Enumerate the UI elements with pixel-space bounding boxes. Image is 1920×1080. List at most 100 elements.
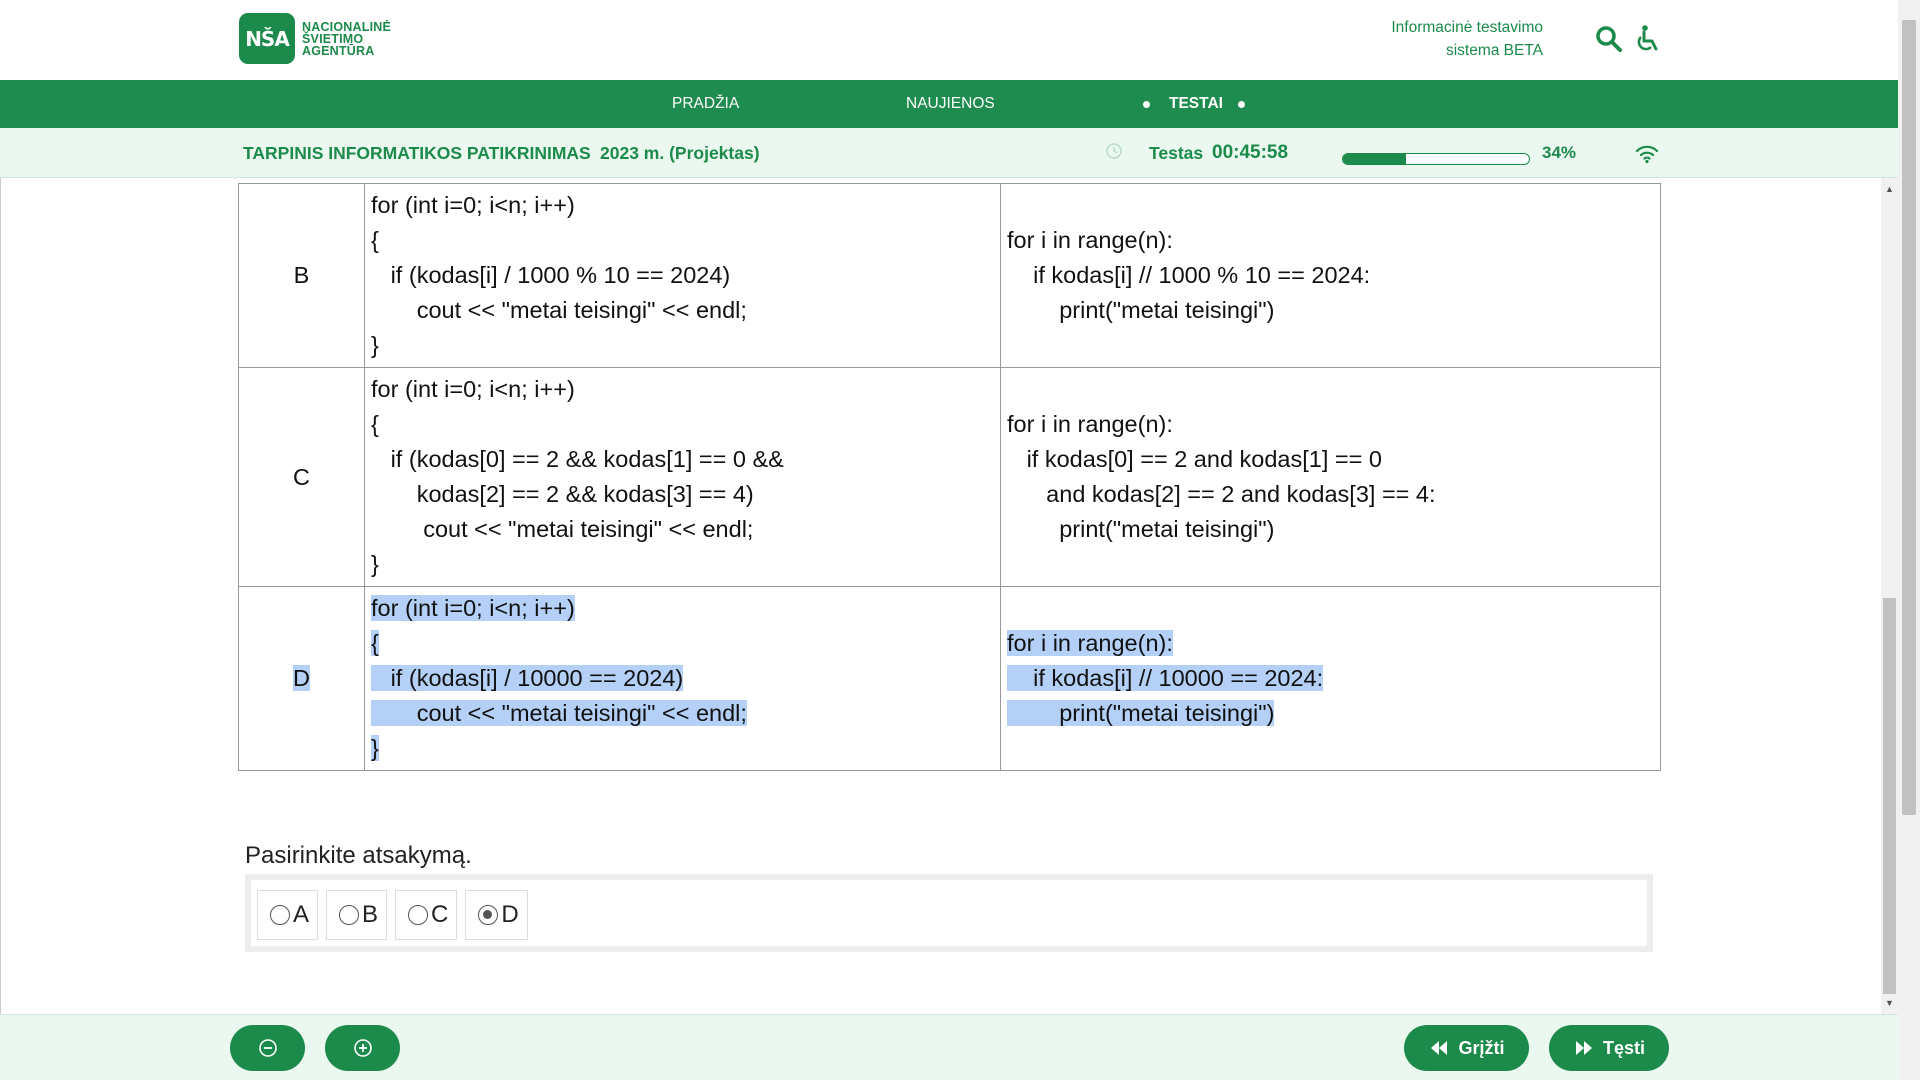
option-label: D — [293, 665, 310, 691]
answer-prompt: Pasirinkite atsakymą. — [245, 842, 472, 869]
page-scrollbar[interactable] — [1898, 0, 1920, 1080]
system-name: Informacinė testavimo sistema BETA — [1391, 16, 1543, 62]
python-code-line: print("metai teisingi") — [1007, 293, 1654, 328]
code-text: and kodas[2] == 2 and kodas[3] == 4: — [1007, 481, 1436, 507]
option-label-cell: C — [238, 367, 365, 587]
code-text: print("metai teisingi") — [1007, 297, 1275, 323]
cpp-code-line: } — [371, 547, 994, 582]
code-text: kodas[2] == 2 && kodas[3] == 4) — [371, 481, 754, 507]
code-text: if (kodas[i] / 1000 % 10 == 2024) — [371, 262, 731, 288]
option-label-cell: D — [238, 586, 365, 771]
code-text: cout << "metai teisingi" << endl; — [371, 297, 747, 323]
option-label: B — [293, 262, 310, 288]
answer-option-d[interactable]: D — [465, 890, 528, 940]
test-year: 2023 m. (Projektas) — [600, 143, 760, 163]
answer-option-a[interactable]: A — [257, 890, 319, 940]
content-scrollbar[interactable]: ▲ ▼ — [1881, 178, 1898, 1014]
cpp-code-line: cout << "metai teisingi" << endl; — [371, 696, 994, 731]
code-text: { — [371, 630, 379, 656]
cpp-code-line: } — [371, 328, 994, 363]
cpp-code-line: { — [371, 626, 994, 661]
scroll-down-arrow[interactable]: ▼ — [1885, 998, 1894, 1008]
zoom-in-button[interactable] — [325, 1025, 400, 1071]
nav-item-testai[interactable]: TESTAI — [1169, 80, 1223, 128]
search-icon[interactable] — [1594, 24, 1624, 54]
code-text: } — [371, 551, 379, 577]
python-code-cell: for i in range(n): if kodas[i] // 1000 %… — [1000, 183, 1661, 368]
code-text: { — [371, 411, 379, 437]
nav-active-dot — [1143, 101, 1150, 108]
answer-option-label: C — [431, 901, 449, 928]
logo-line: ŠVIETIMO — [302, 31, 364, 46]
python-code-line: for i in range(n): — [1007, 407, 1654, 442]
radio-button[interactable] — [339, 905, 360, 925]
double-chevron-right-icon — [1575, 1041, 1592, 1055]
python-code-line: if kodas[0] == 2 and kodas[1] == 0 — [1007, 442, 1654, 477]
code-text: cout << "metai teisingi" << endl; — [371, 700, 747, 726]
code-text: { — [371, 227, 379, 253]
code-text: } — [371, 735, 379, 761]
answer-option-b[interactable]: B — [326, 890, 388, 940]
cpp-code-line: cout << "metai teisingi" << endl; — [371, 512, 994, 547]
option-row-b: Bfor (int i=0; i<n; i++) { if (kodas[i] /… — [238, 183, 1661, 368]
python-code-line: for i in range(n): — [1007, 223, 1654, 258]
scroll-thumb[interactable] — [1883, 598, 1896, 994]
code-text: print("metai teisingi") — [1007, 516, 1275, 542]
python-code-cell: for i in range(n): if kodas[i] // 10000 … — [1000, 586, 1661, 771]
logo-text: NACIONALINĖ ŠVIETIMO AGENTŪRA — [302, 20, 391, 57]
cpp-code-line: if (kodas[0] == 2 && kodas[1] == 0 && — [371, 442, 994, 477]
page-scroll-thumb[interactable] — [1902, 20, 1916, 815]
cpp-code-line: cout << "metai teisingi" << endl; — [371, 293, 994, 328]
progress-bar — [1342, 153, 1530, 165]
logo-mark: NŠA — [239, 13, 295, 64]
nav-item-naujienos[interactable]: NAUJIENOS — [906, 80, 995, 128]
cpp-code-line: for (int i=0; i<n; i++) — [371, 372, 994, 407]
progress-percent: 34% — [1542, 143, 1577, 162]
code-text: for i in range(n): — [1007, 227, 1173, 253]
option-label: C — [293, 463, 310, 490]
cpp-code-line: { — [371, 407, 994, 442]
timer-label: Testas — [1149, 143, 1204, 163]
nav-active-dot — [1238, 101, 1245, 108]
zoom-in-icon — [353, 1039, 372, 1057]
zoom-out-button[interactable] — [230, 1025, 305, 1071]
answer-option-label: A — [293, 901, 310, 928]
cpp-code-cell: for (int i=0; i<n; i++) { if (kodas[i] / … — [364, 586, 1001, 771]
system-name-line1: Informacinė testavimo — [1391, 19, 1543, 36]
python-code-line: for i in range(n): — [1007, 626, 1654, 661]
timer-value: 00:45:58 — [1212, 142, 1289, 163]
code-text: if kodas[i] // 1000 % 10 == 2024: — [1007, 262, 1371, 288]
cpp-code-line: if (kodas[i] / 1000 % 10 == 2024) — [371, 258, 994, 293]
code-text: for (int i=0; i<n; i++) — [371, 595, 575, 621]
main-nav: PRADŽIA NAUJIENOS TESTAI — [0, 80, 1898, 128]
python-code-line: print("metai teisingi") — [1007, 512, 1654, 547]
python-code-line: if kodas[i] // 1000 % 10 == 2024: — [1007, 258, 1654, 293]
option-label-cell: B — [238, 183, 365, 368]
code-text: for (int i=0; i<n; i++) — [371, 192, 575, 218]
top-header: NŠA NACIONALINĖ ŠVIETIMO AGENTŪRA Inform… — [0, 0, 1898, 80]
code-text: if (kodas[0] == 2 && kodas[1] == 0 && — [371, 446, 784, 472]
cpp-code-line: { — [371, 223, 994, 258]
cpp-code-line: } — [371, 731, 994, 766]
answer-option-c[interactable]: C — [395, 890, 458, 940]
nav-item-pradzia[interactable]: PRADŽIA — [672, 80, 739, 128]
next-button-label: Tęsti — [1602, 1037, 1645, 1058]
question-content: Bfor (int i=0; i<n; i++) { if (kodas[i] /… — [0, 178, 1881, 1014]
cpp-code-line: for (int i=0; i<n; i++) — [371, 591, 994, 626]
back-button[interactable]: Grįžti — [1404, 1025, 1529, 1071]
radio-button[interactable] — [408, 905, 429, 925]
clock-icon — [1106, 143, 1122, 159]
code-text: if (kodas[i] / 10000 == 2024) — [371, 665, 684, 691]
answer-option-label: B — [362, 901, 379, 928]
option-row-d: Dfor (int i=0; i<n; i++) { if (kodas[i] /… — [238, 586, 1661, 771]
code-text: } — [371, 332, 379, 358]
code-text: if kodas[0] == 2 and kodas[1] == 0 — [1007, 446, 1382, 472]
radio-button[interactable] — [478, 905, 499, 925]
code-text: for i in range(n): — [1007, 411, 1173, 437]
next-button[interactable]: Tęsti — [1549, 1025, 1669, 1071]
scroll-up-arrow[interactable]: ▲ — [1885, 184, 1894, 194]
option-row-c: Cfor (int i=0; i<n; i++) { if (kodas[0] =… — [238, 367, 1661, 587]
radio-button[interactable] — [270, 905, 290, 925]
accessibility-icon[interactable] — [1632, 24, 1662, 54]
nsa-logo[interactable]: NŠA NACIONALINĖ ŠVIETIMO AGENTŪRA — [239, 13, 391, 64]
